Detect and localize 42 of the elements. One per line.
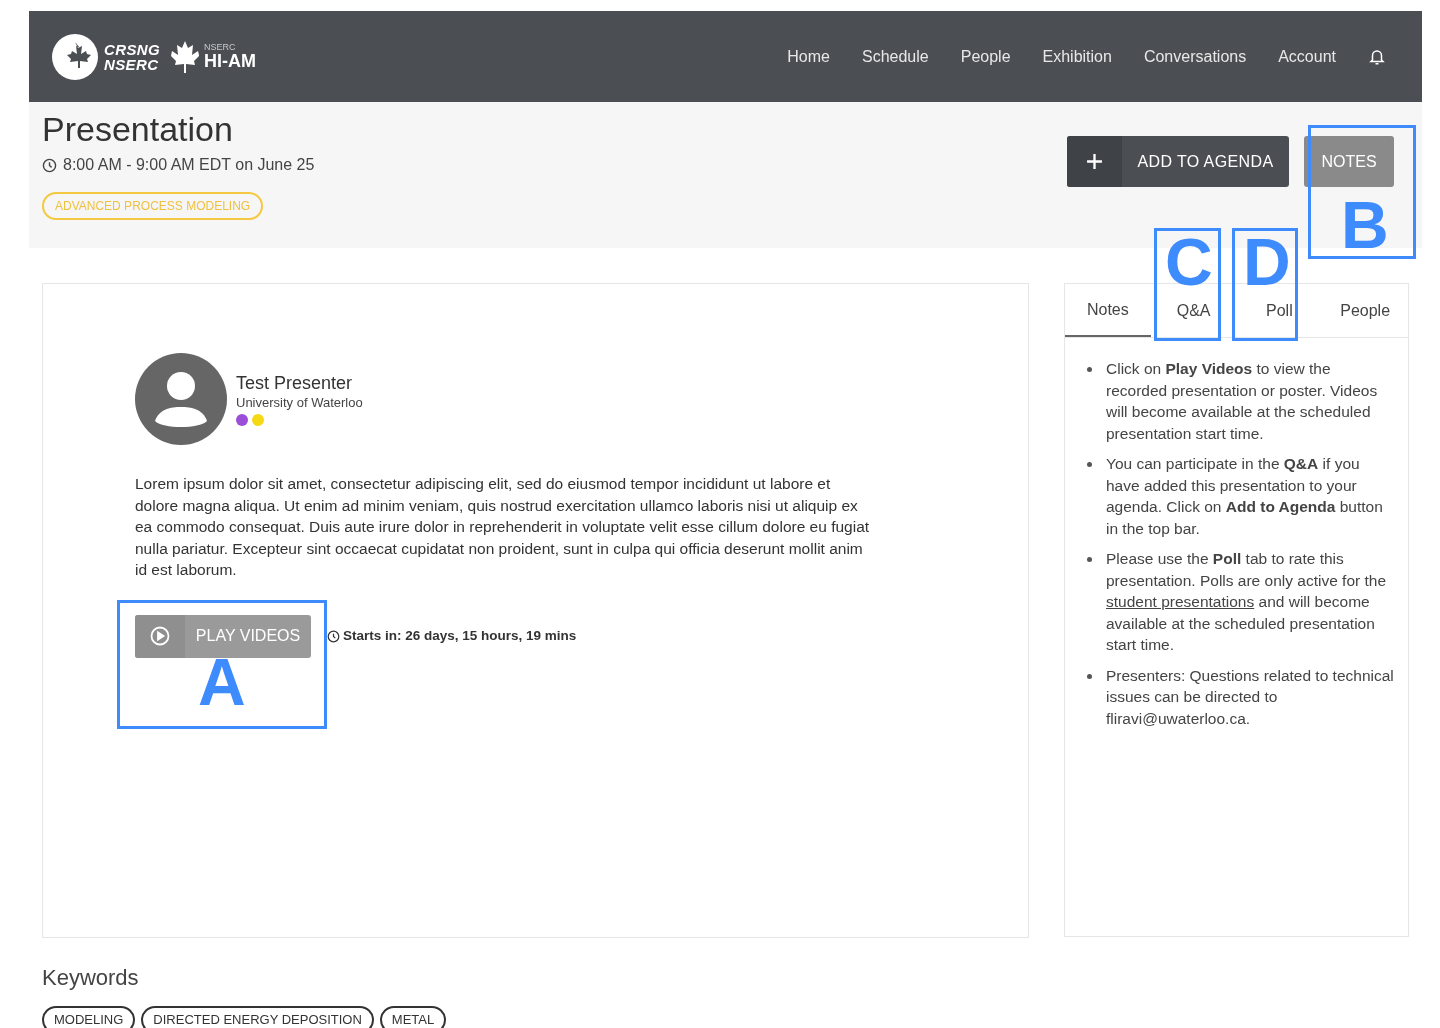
note-text: You can participate in the Q&A if you have added this presentation to your agenda. Click on Add to Agenda button in the top bar. <box>1106 454 1384 539</box>
maple-leaf-icon <box>170 39 201 74</box>
clock-icon <box>42 157 57 173</box>
panel-tab[interactable]: Notes <box>1065 284 1151 337</box>
bullet-icon <box>1087 557 1092 562</box>
logo-small-text: NSERC <box>204 43 237 52</box>
presenter-affiliation: University of Waterloo <box>236 394 363 411</box>
note-text: Presenters: Questions related to technical issues can be directed to fliravi@uwaterloo.ca. <box>1106 665 1394 729</box>
nav-link[interactable]: Schedule <box>862 44 929 69</box>
presentation-description: Lorem ipsum dolor sit amet, consectetur adipiscing elit, sed do eiusmod tempor incididunt ut labore et dolore magna aliqua. Ut enim ad minim veniam, quis nostrud exercitation ullamco laboris nisi ut aliquip ex ea commodo consequat. Duis aute irure dolor in reprehenderit in voluptate velit esse cillum dolore eu fugiat nulla pariatur. Excepteur sint occaecat cupidatat non proident, sunt in culpa qui officia deserunt mollit anim id est laborum. <box>135 474 871 580</box>
nav-link[interactable]: Exhibition <box>1042 44 1112 69</box>
logo-text: HI-AM <box>204 52 257 70</box>
plus-icon <box>1086 153 1103 170</box>
session-time: 8:00 AM - 9:00 AM EDT on June 25 <box>63 155 315 175</box>
countdown-text: Starts in: 26 days, 15 hours, 19 mins <box>343 626 577 645</box>
nav-link[interactable]: Account <box>1278 44 1336 69</box>
logo-text: NSERC <box>104 56 160 72</box>
clock-icon <box>327 629 340 643</box>
annotation-letter: C <box>1165 229 1213 295</box>
bell-icon[interactable] <box>1368 47 1386 66</box>
nav-link[interactable]: Home <box>787 44 830 69</box>
bullet-icon <box>1087 673 1092 679</box>
avatar-icon <box>135 353 227 445</box>
page-title: Presentation <box>42 109 233 150</box>
keywords-heading: Keywords <box>42 964 140 992</box>
play-icon <box>150 626 170 646</box>
panel-tab[interactable]: People <box>1322 284 1408 337</box>
nav-link[interactable]: Conversations <box>1143 44 1247 69</box>
student-presentations-link[interactable]: student presentations <box>1106 593 1255 610</box>
bullet-icon <box>1087 462 1092 467</box>
keyword-tag[interactable]: MODELING <box>42 1006 136 1028</box>
add-to-agenda-button[interactable]: ADD TO AGENDA <box>1067 136 1289 187</box>
annotation-letter: B <box>1341 192 1389 258</box>
logo-text: CRSNG <box>104 41 161 57</box>
maple-leaf-logo-icon <box>52 33 98 80</box>
note-text: Please use the Poll tab to rate this presentation. Polls are only active for the student presentations and will become available at the scheduled presentation start time. <box>1106 549 1387 655</box>
nav-link[interactable]: People <box>960 44 1011 69</box>
keyword-tag[interactable]: METAL <box>379 1006 447 1028</box>
bullet-icon <box>1087 367 1092 372</box>
note-text: Click on Play Videos to view the recorded presentation or poster. Videos will become available at the scheduled presentation start time. <box>1106 359 1379 444</box>
keyword-tag[interactable]: DIRECTED ENERGY DEPOSITION <box>141 1006 374 1028</box>
presenter-name: Test Presenter <box>236 372 354 394</box>
